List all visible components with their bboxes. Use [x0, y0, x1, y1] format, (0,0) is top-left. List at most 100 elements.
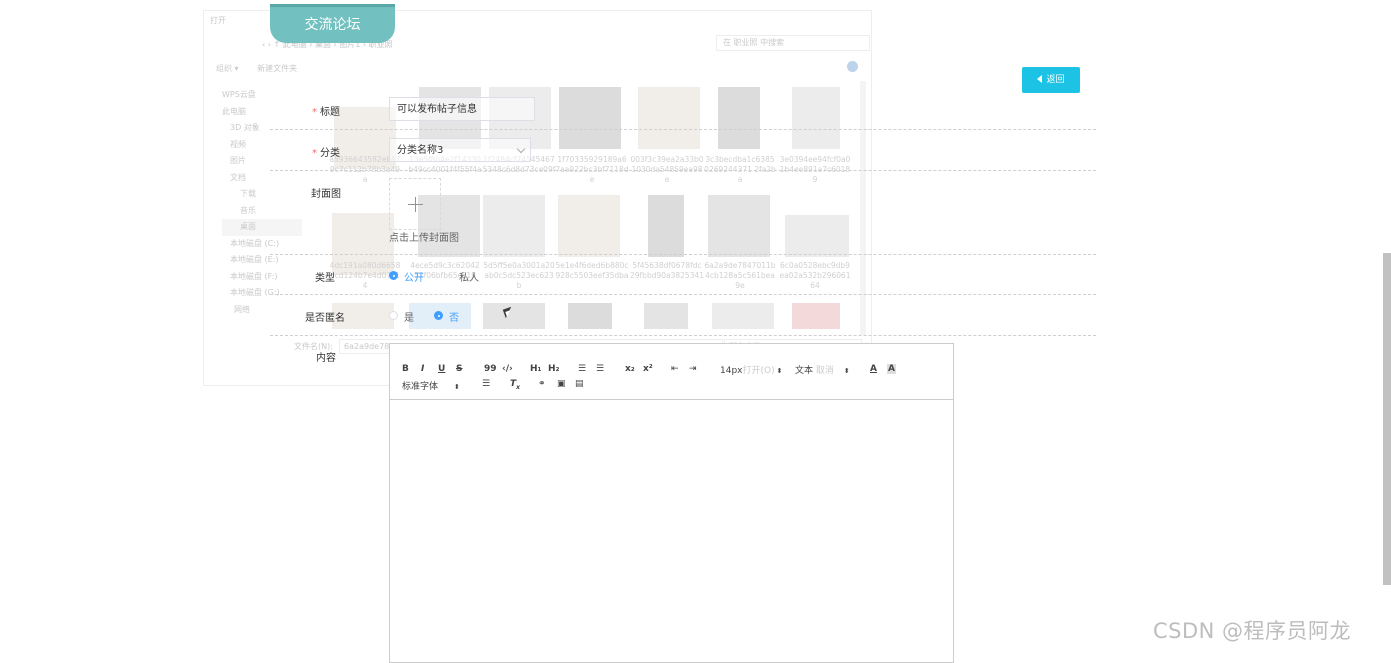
dialog-scrollbar[interactable]: [860, 81, 866, 335]
required-mark: *: [312, 107, 317, 118]
required-mark: *: [312, 148, 317, 159]
tree-item[interactable]: 此电脑: [222, 104, 302, 121]
content-editor[interactable]: B I U S 99 ‹/› H₁ H₂ ☰ ☰ x₂ x² ⇤ ⇥ 14px打…: [389, 343, 954, 663]
row-divider: [270, 170, 1096, 171]
tree-item[interactable]: 视频: [222, 137, 302, 154]
anonymous-yes-radio[interactable]: [389, 311, 398, 320]
file-thumbnail[interactable]: [648, 195, 684, 257]
file-caption: 6c0a0528ebc9db9ea02a532b29606164: [779, 261, 851, 290]
tree-item[interactable]: 音乐: [222, 203, 302, 220]
category-select[interactable]: 分类名称3: [389, 138, 531, 162]
superscript-button[interactable]: x²: [643, 364, 653, 374]
file-thumbnail[interactable]: [708, 195, 770, 257]
caret-left-icon: [1037, 75, 1043, 83]
file-thumbnail[interactable]: [718, 87, 760, 149]
file-thumbnail[interactable]: [483, 303, 545, 329]
updown-icon: ⬍: [776, 367, 783, 375]
tree-item[interactable]: 本地磁盘 (F:): [222, 269, 302, 286]
plus-icon-vertical: [415, 197, 416, 212]
file-open-dialog-ghost: 打开 ‹ › ↑ 此电脑 › 桌面 › 图片1 › 职业照 在 职业照 中搜索 …: [203, 10, 872, 386]
font-size-value: 14px: [720, 366, 743, 376]
italic-button[interactable]: I: [421, 364, 424, 374]
tree-item[interactable]: 文档: [222, 170, 302, 187]
title-input[interactable]: 可以发布帖子信息: [389, 97, 535, 121]
video-icon[interactable]: ▤: [575, 379, 584, 389]
tree-item[interactable]: WPS云盘: [222, 87, 302, 104]
row-divider: [270, 129, 1096, 130]
file-thumbnail[interactable]: [559, 87, 621, 149]
anonymous-yes-label[interactable]: 是: [404, 309, 414, 324]
font-size-dim-text: 打开(O): [742, 366, 775, 376]
font-family-select[interactable]: 标准字体 ⬍: [402, 379, 460, 392]
file-caption: 5f45638df0678fdc29fbbd90a3825341: [630, 261, 705, 280]
strike-button[interactable]: S: [456, 364, 462, 374]
title-label-text: 标题: [320, 107, 340, 118]
help-icon[interactable]: [847, 61, 858, 72]
type-private-label[interactable]: 私人: [459, 269, 479, 284]
background-color-icon[interactable]: A: [887, 364, 896, 374]
updown-icon: ⬍: [843, 367, 850, 375]
dialog-nav-tree: WPS云盘 此电脑 3D 对象 视频 图片 文档 下载 音乐 桌面 本地磁盘 (…: [222, 87, 302, 318]
bullet-list-button[interactable]: ☰: [596, 364, 604, 374]
h1-button[interactable]: H₁: [530, 364, 541, 374]
cover-label: 封面图: [311, 189, 341, 200]
file-thumbnail[interactable]: [792, 303, 840, 329]
file-caption: 6a2a9de7847011b4cb128a5c561bea9e: [704, 261, 776, 290]
clear-format-icon[interactable]: Tx: [510, 379, 520, 391]
indent-less-button[interactable]: ⇤: [671, 364, 679, 374]
text-style-dim-text: 取消: [815, 366, 834, 376]
dialog-title: 打开: [210, 16, 226, 25]
tree-item[interactable]: 下载: [222, 186, 302, 203]
tree-item[interactable]: 图片: [222, 153, 302, 170]
file-thumbnail[interactable]: [644, 303, 688, 329]
image-icon[interactable]: ▣: [557, 379, 566, 389]
file-thumbnail[interactable]: [785, 215, 849, 257]
text-style-select[interactable]: 文本 取消 ⬍: [795, 363, 850, 376]
font-color-icon[interactable]: A: [870, 364, 877, 374]
link-icon[interactable]: ⚭: [538, 379, 546, 389]
forum-tab[interactable]: 交流论坛: [270, 4, 395, 43]
new-folder-button[interactable]: 新建文件夹: [257, 64, 297, 73]
back-button-label: 返回: [1046, 75, 1065, 85]
anonymous-label: 是否匿名: [305, 313, 345, 324]
organize-menu[interactable]: 组织 ▾: [216, 64, 239, 73]
anonymous-no-label[interactable]: 否: [449, 309, 459, 324]
indent-more-button[interactable]: ⇥: [689, 364, 697, 374]
cover-upload[interactable]: [389, 178, 441, 230]
file-thumbnail[interactable]: [483, 195, 545, 257]
code-button[interactable]: ‹/›: [502, 364, 513, 374]
file-thumbnail[interactable]: [638, 87, 700, 149]
tree-item[interactable]: 本地磁盘 (C:): [222, 236, 302, 253]
cover-upload-hint: 点击上传封面图: [389, 233, 459, 244]
file-thumbnail[interactable]: [568, 303, 612, 329]
align-icon[interactable]: ☰: [482, 379, 490, 389]
text-style-value: 文本: [795, 366, 814, 376]
subscript-button[interactable]: x₂: [625, 364, 635, 374]
anonymous-no-radio[interactable]: [434, 311, 443, 320]
tree-item[interactable]: 网络: [222, 302, 302, 319]
watermark: CSDN @程序员阿龙: [1153, 619, 1352, 643]
type-public-radio[interactable]: [389, 271, 398, 280]
tree-item[interactable]: 桌面: [222, 219, 302, 236]
content-label: 内容: [316, 353, 336, 364]
editor-content-area[interactable]: [390, 400, 953, 662]
editor-toolbar: B I U S 99 ‹/› H₁ H₂ ☰ ☰ x₂ x² ⇤ ⇥ 14px打…: [390, 344, 953, 400]
h2-button[interactable]: H₂: [548, 364, 559, 374]
file-thumbnail[interactable]: [558, 195, 620, 257]
dialog-search-input[interactable]: 在 职业照 中搜索: [716, 35, 870, 51]
quote-button[interactable]: 99: [484, 364, 497, 374]
category-label: * 分类: [312, 144, 340, 159]
font-size-select[interactable]: 14px打开(O) ⬍: [720, 363, 782, 376]
dialog-toolbar: 组织 ▾ 新建文件夹: [216, 63, 313, 74]
underline-button[interactable]: U: [438, 364, 445, 374]
updown-icon: ⬍: [454, 383, 460, 391]
page-scrollbar[interactable]: [1383, 253, 1391, 585]
file-thumbnail[interactable]: [712, 303, 774, 329]
bold-button[interactable]: B: [402, 364, 409, 374]
file-thumbnail[interactable]: [792, 87, 840, 149]
type-public-label[interactable]: 公开: [404, 269, 424, 284]
ordered-list-button[interactable]: ☰: [578, 364, 586, 374]
row-divider: [270, 254, 1096, 255]
back-button[interactable]: 返回: [1022, 67, 1080, 93]
category-label-text: 分类: [320, 148, 340, 159]
